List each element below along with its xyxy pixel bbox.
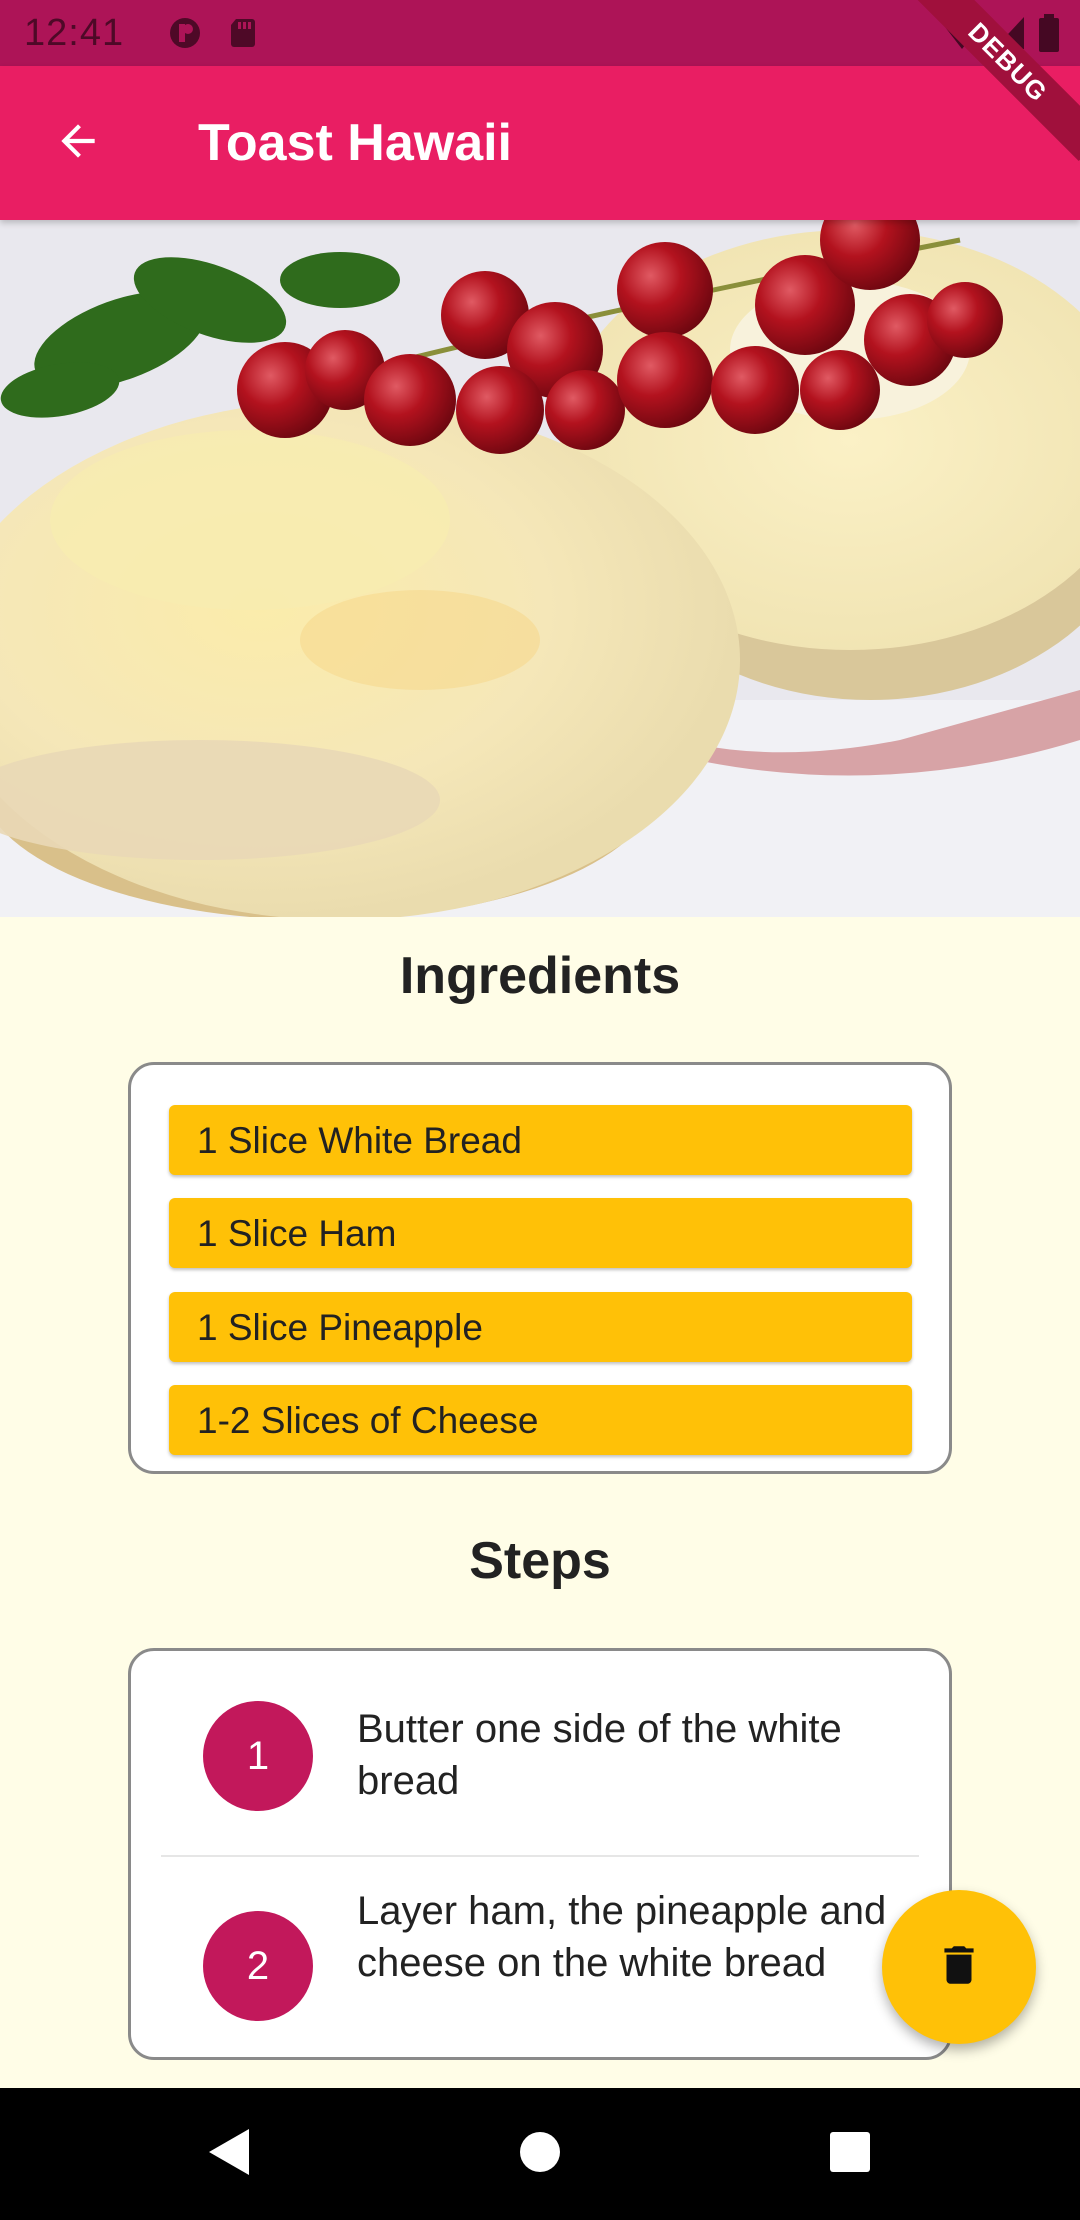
ingredients-title: Ingredients xyxy=(399,947,681,1005)
nav-back-button[interactable] xyxy=(190,2114,270,2194)
back-triangle-icon xyxy=(207,2127,253,2182)
signal-icon xyxy=(994,15,1026,56)
wifi-icon xyxy=(942,15,982,56)
sd-card-icon xyxy=(226,16,260,50)
step-number-badge: 2 xyxy=(203,1911,313,2021)
steps-card[interactable]: 1 Butter one side of the white bread 2 L… xyxy=(128,1648,952,2060)
delete-icon xyxy=(934,1937,984,1998)
step-row: 1 Butter one side of the white bread xyxy=(131,1651,949,1857)
steps-title: Steps xyxy=(469,1532,611,1590)
step-text: Layer ham, the pineapple and cheese on t… xyxy=(357,1889,887,1985)
nav-recents-button[interactable] xyxy=(810,2114,890,2194)
step-number-badge: 1 xyxy=(203,1701,313,1811)
ingredient-item: 1 Slice Pineapple xyxy=(169,1292,912,1362)
nav-home-button[interactable] xyxy=(500,2114,580,2194)
page-title: Toast Hawaii xyxy=(198,114,513,172)
back-button[interactable] xyxy=(30,95,126,191)
home-circle-icon xyxy=(518,2130,562,2179)
ingredient-item: 1 Slice White Bread xyxy=(169,1105,912,1175)
step-row: 2 Layer ham, the pineapple and cheese on… xyxy=(131,1857,949,2057)
ingredient-item: 1-2 Slices of Cheese xyxy=(169,1385,912,1455)
ingredients-card[interactable]: 1 Slice White Bread 1 Slice Ham 1 Slice … xyxy=(128,1062,952,1474)
app-bar: Toast Hawaii xyxy=(0,66,1080,220)
arrow-back-icon xyxy=(53,116,103,171)
status-time: 12:41 xyxy=(24,11,125,54)
battery-icon xyxy=(1038,14,1060,57)
ingredient-item: 1 Slice Ham xyxy=(169,1198,912,1268)
recents-square-icon xyxy=(828,2130,872,2179)
status-bar: 12:41 xyxy=(0,0,1080,66)
recipe-image xyxy=(0,220,1080,917)
delete-button[interactable] xyxy=(882,1890,1036,2044)
system-nav-bar xyxy=(0,2088,1080,2220)
profile-badge-icon xyxy=(168,16,202,50)
step-text: Butter one side of the white bread xyxy=(357,1707,842,1803)
